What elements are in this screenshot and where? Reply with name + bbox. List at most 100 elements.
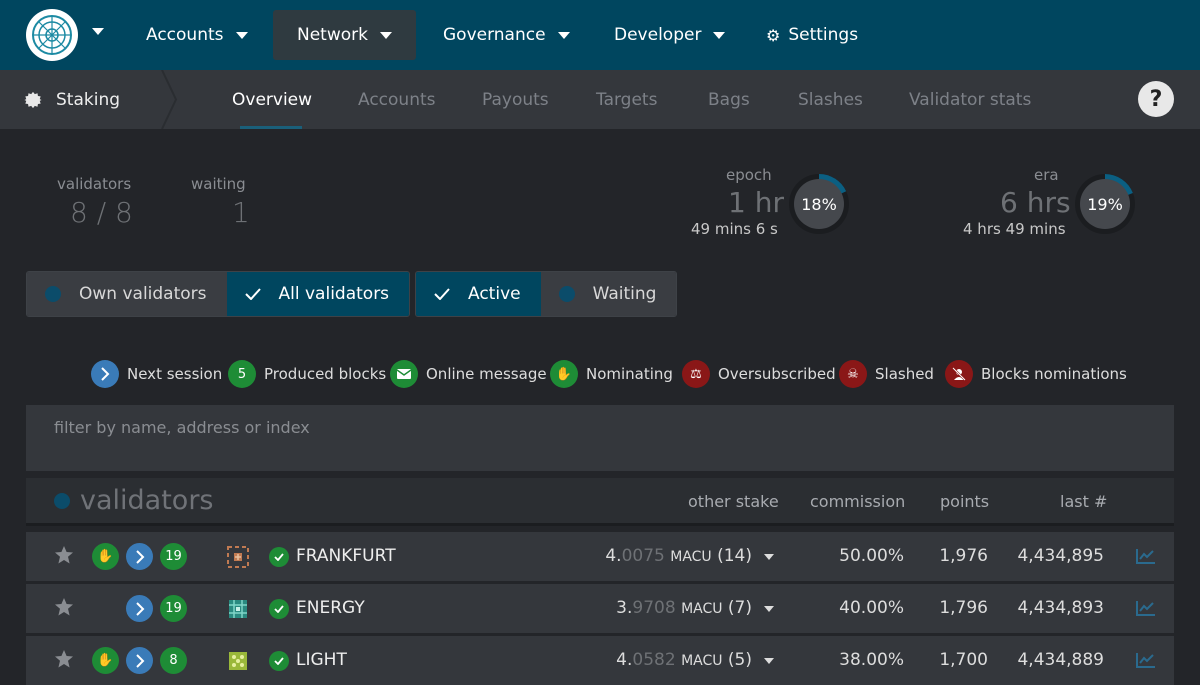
line-chart-icon[interactable] <box>1136 600 1156 616</box>
user-slash-icon <box>945 360 973 388</box>
epoch-progress: 18% <box>786 171 852 237</box>
nav-accounts-label: Accounts <box>146 25 224 45</box>
radio-dot-icon <box>558 286 575 302</box>
header-other-stake[interactable]: other stake <box>688 492 779 511</box>
gears-icon: ⚙ <box>766 25 781 45</box>
app-logo-icon[interactable] <box>26 9 78 61</box>
header-commission[interactable]: commission <box>810 492 905 511</box>
table-row: ✋ 8 LIGHT 4.0582 MACU (5) 38.00% 1,700 4… <box>26 636 1174 685</box>
header-points[interactable]: points <box>940 492 989 511</box>
gear-icon <box>24 91 42 108</box>
validator-name[interactable]: FRANKFURT <box>296 546 396 566</box>
nav-settings[interactable]: ⚙ Settings <box>742 10 882 60</box>
blocks-badge: 19 <box>160 595 187 622</box>
blocks-badge: 19 <box>160 543 187 570</box>
table-title-label: validators <box>80 485 214 516</box>
validator-name[interactable]: ENERGY <box>296 598 365 618</box>
stake-frac: 0582 <box>632 650 676 670</box>
hand-icon: ✋ <box>92 647 119 674</box>
other-stake-value[interactable]: 4.0075 MACU (14) <box>605 546 752 566</box>
own-validators-button[interactable]: Own validators <box>27 272 227 316</box>
tab-validator-stats[interactable]: Validator stats <box>909 70 1031 129</box>
star-icon[interactable] <box>54 649 74 669</box>
check-icon <box>244 288 261 300</box>
legend-label: Next session <box>127 365 223 383</box>
waiting-button[interactable]: Waiting <box>540 272 677 316</box>
stake-int: 4. <box>616 650 633 670</box>
filter-input[interactable] <box>54 415 654 439</box>
header-last[interactable]: last # <box>1060 492 1107 511</box>
last-block-value: 4,434,895 <box>1017 546 1104 566</box>
other-stake-value[interactable]: 3.9708 MACU (7) <box>616 598 752 618</box>
tab-bags[interactable]: Bags <box>708 70 750 129</box>
epoch-label: epoch <box>726 166 772 184</box>
star-icon[interactable] <box>54 597 74 617</box>
identicon-icon[interactable] <box>226 545 250 569</box>
active-button[interactable]: Active <box>416 272 541 316</box>
era-label: era <box>1034 166 1059 184</box>
all-validators-button[interactable]: All validators <box>226 272 410 316</box>
nav-accounts[interactable]: Accounts <box>122 10 272 60</box>
line-chart-icon[interactable] <box>1136 548 1156 564</box>
status-toggle: Active Waiting <box>415 271 678 317</box>
star-icon[interactable] <box>54 545 74 565</box>
bullet-icon <box>54 492 70 509</box>
other-stake-value[interactable]: 4.0582 MACU (5) <box>616 650 752 670</box>
active-tab-indicator <box>240 126 302 129</box>
table-row: ✋ 19 FRANKFURT 4.0075 MACU (14) 50.00% 1… <box>26 532 1174 581</box>
legend-oversubscribed: ⚖ Oversubscribed <box>682 358 836 390</box>
stake-unit: MACU <box>681 601 723 617</box>
tab-payouts[interactable]: Payouts <box>482 70 549 129</box>
nominator-count: (5) <box>727 650 752 670</box>
epoch-percent: 18% <box>801 194 837 214</box>
identicon-icon[interactable] <box>226 649 250 673</box>
chevron-down-icon <box>235 31 248 39</box>
era-remaining: 6 hrs <box>1000 186 1071 219</box>
era-percent: 19% <box>1087 194 1123 214</box>
skull-crossbones-icon: ☠ <box>839 360 867 388</box>
nav-network[interactable]: Network <box>273 10 416 60</box>
validators-value: 8 / 8 <box>70 196 133 229</box>
line-chart-icon[interactable] <box>1136 652 1156 668</box>
epoch-remaining: 1 hr <box>728 186 784 219</box>
nav-network-label: Network <box>297 25 368 45</box>
number-badge-icon: 5 <box>228 360 256 388</box>
expand-caret-icon[interactable] <box>764 658 774 664</box>
sub-nav: Staking Overview Accounts Payouts Target… <box>0 70 1200 129</box>
nav-developer[interactable]: Developer <box>590 10 749 60</box>
tab-slashes[interactable]: Slashes <box>798 70 863 129</box>
validator-name[interactable]: LIGHT <box>296 650 347 670</box>
nav-governance-label: Governance <box>443 25 546 45</box>
filter-panel <box>26 405 1174 471</box>
nav-developer-label: Developer <box>614 25 702 45</box>
tab-overview[interactable]: Overview <box>232 70 312 129</box>
legend-label: Online message <box>426 365 547 383</box>
legend-blocks-nominations: Blocks nominations <box>945 358 1127 390</box>
stake-frac: 0075 <box>621 546 665 566</box>
nav-governance[interactable]: Governance <box>419 10 594 60</box>
chevron-right-icon <box>91 360 119 388</box>
era-progress: 19% <box>1072 171 1138 237</box>
waiting-value: 1 <box>232 196 250 229</box>
validators-label: validators <box>57 175 132 193</box>
points-value: 1,700 <box>939 650 988 670</box>
table-title: validators <box>54 485 213 516</box>
legend-label: Oversubscribed <box>718 365 836 383</box>
ownership-toggle: Own validators All validators <box>26 271 411 317</box>
nominator-count: (14) <box>717 546 752 566</box>
identicon-icon[interactable] <box>226 597 250 621</box>
stake-unit: MACU <box>681 653 723 669</box>
tab-accounts[interactable]: Accounts <box>358 70 436 129</box>
envelope-icon <box>390 360 418 388</box>
points-value: 1,796 <box>939 598 988 618</box>
help-button[interactable]: ? <box>1138 81 1174 117</box>
epoch-remaining-detail: 49 mins 6 s <box>691 220 778 238</box>
own-validators-label: Own validators <box>79 284 207 304</box>
verified-check-icon <box>269 651 289 671</box>
top-nav: Accounts Network Governance Developer ⚙ … <box>0 0 1200 70</box>
chain-selector-caret-icon[interactable] <box>92 28 104 35</box>
chevron-right-icon <box>126 595 153 622</box>
tab-targets[interactable]: Targets <box>596 70 657 129</box>
expand-caret-icon[interactable] <box>764 606 774 612</box>
expand-caret-icon[interactable] <box>764 554 774 560</box>
